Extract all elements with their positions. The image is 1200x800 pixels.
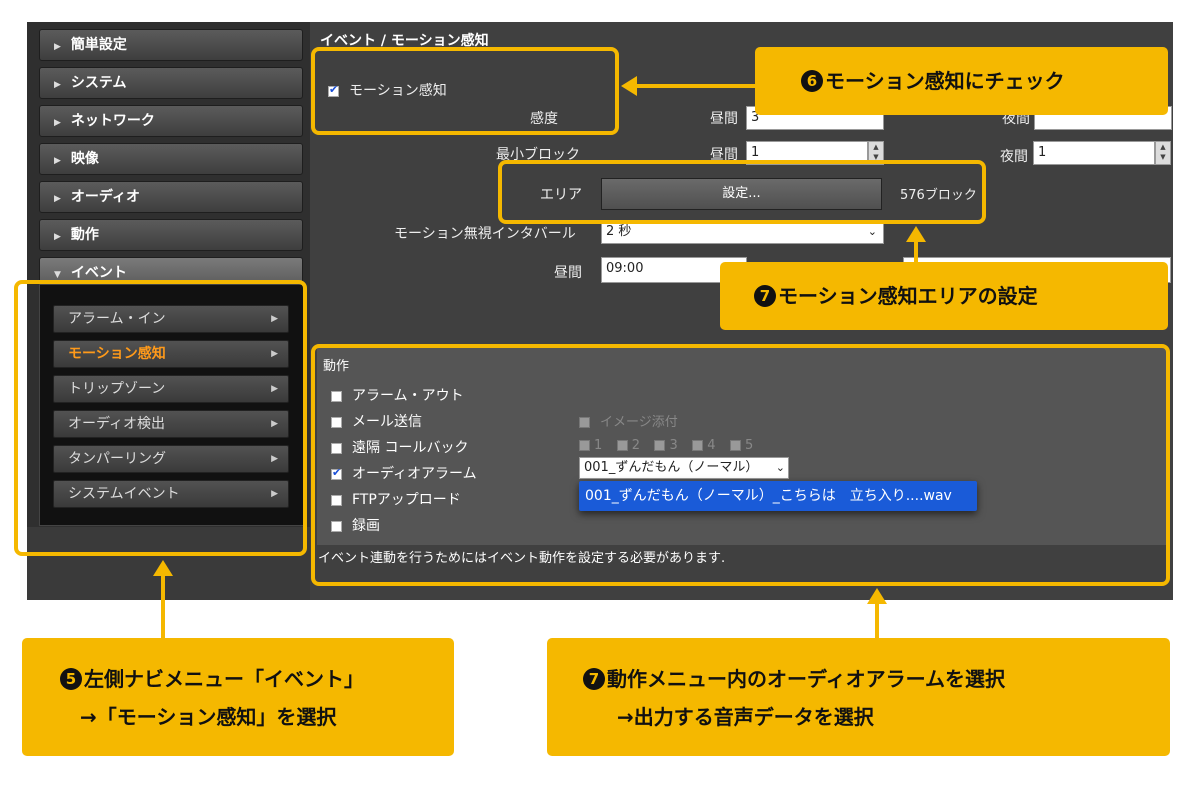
highlight-motion-detection (311, 47, 619, 135)
chevron-down-icon: ⌄ (867, 225, 877, 238)
callout-step-6: 6 モーション感知にチェック (755, 47, 1168, 115)
highlight-area-settings (498, 160, 986, 224)
highlight-sidebar-submenu (14, 280, 307, 556)
arrow-line (161, 574, 165, 638)
caret-right-icon: ▶ (54, 118, 61, 128)
caret-right-icon: ▶ (54, 42, 61, 52)
callout-text: モーション感知エリアの設定 (778, 284, 1038, 308)
sidebar-item-network[interactable]: ▶ ネットワーク (39, 105, 303, 137)
callout-text-line2: →「モーション感知」を選択 (80, 705, 337, 729)
caret-right-icon: ▶ (54, 156, 61, 166)
sidebar-item-label: ネットワーク (70, 113, 155, 129)
callout-step-5: 5 左側ナビメニュー「イベント」 →「モーション感知」を選択 (22, 638, 454, 756)
day-sensitivity-label: 昼間 (710, 111, 738, 127)
sidebar-item-system[interactable]: ▶ システム (39, 67, 303, 99)
caret-right-icon: ▶ (54, 194, 61, 204)
highlight-action-section (311, 344, 1170, 586)
sidebar-item-video[interactable]: ▶ 映像 (39, 143, 303, 175)
sidebar-item-easy-setup[interactable]: ▶ 簡単設定 (39, 29, 303, 61)
sidebar-item-label: 簡単設定 (70, 37, 127, 53)
ignore-interval-value: 2 秒 (606, 224, 632, 239)
min-block-night-stepper[interactable]: ▲ ▼ (1155, 141, 1171, 165)
sidebar-item-label: システム (70, 75, 127, 91)
callout-step-7a: 7 モーション感知エリアの設定 (720, 262, 1168, 330)
daytime-label: 昼間 (554, 265, 582, 281)
arrow-line (914, 240, 918, 262)
sidebar-item-label: オーディオ (70, 189, 140, 205)
min-block-night-input[interactable]: 1 (1033, 141, 1155, 165)
sidebar-item-label: 映像 (70, 151, 99, 167)
callout-step-7b: 7 動作メニュー内のオーディオアラームを選択 →出力する音声データを選択 (547, 638, 1170, 756)
sidebar-item-label: 動作 (70, 227, 99, 243)
step-number-badge: 5 (60, 668, 82, 690)
step-number-badge: 6 (801, 70, 823, 92)
caret-right-icon: ▶ (54, 80, 61, 90)
callout-text: モーション感知にチェック (825, 69, 1065, 93)
caret-down-icon: ▼ (54, 270, 61, 280)
caret-right-icon: ▶ (54, 232, 61, 242)
step-number-badge: 7 (754, 285, 776, 307)
callout-text-line1: 左側ナビメニュー「イベント」 (84, 667, 364, 691)
sidebar-item-label: イベント (70, 265, 127, 281)
callout-text-line1: 動作メニュー内のオーディオアラームを選択 (607, 667, 1005, 691)
ignore-interval-label: モーション無視インタバール (394, 226, 576, 242)
sidebar-item-audio[interactable]: ▶ オーディオ (39, 181, 303, 213)
arrow-line (635, 84, 755, 88)
callout-text-line2: →出力する音声データを選択 (617, 705, 874, 729)
sidebar-item-action[interactable]: ▶ 動作 (39, 219, 303, 251)
arrow-line (875, 602, 879, 638)
min-block-night-label: 夜間 (1000, 149, 1028, 165)
step-number-badge: 7 (583, 668, 605, 690)
